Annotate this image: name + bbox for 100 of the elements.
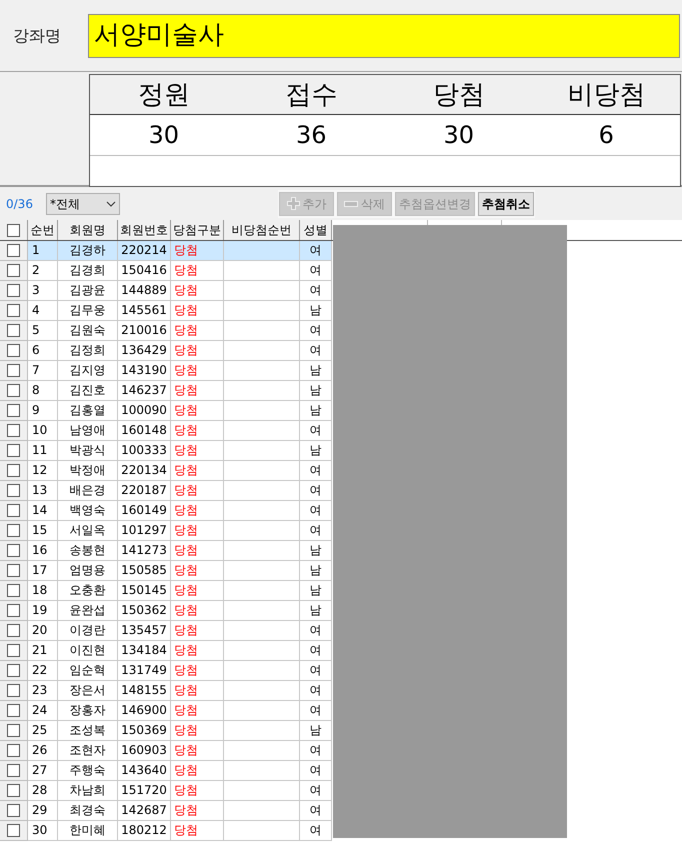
table-cell: 6	[32, 343, 40, 357]
table-row[interactable]: 12 박정애 220134 당첨 여	[28, 461, 332, 481]
row-checkbox[interactable]	[7, 344, 20, 357]
column-header[interactable]: 순번	[28, 220, 58, 240]
table-row[interactable]: 24 장홍자 146900 당첨 여	[28, 701, 332, 721]
table-cell: 이진현	[70, 643, 106, 657]
table-cell: 여	[310, 423, 322, 437]
table-row[interactable]: 26 조현자 160903 당첨 여	[28, 741, 332, 761]
row-checkbox[interactable]	[7, 804, 20, 817]
table-row[interactable]: 16 송봉현 141273 당첨 남	[28, 541, 332, 561]
row-checkbox[interactable]	[7, 584, 20, 597]
row-checkbox[interactable]	[7, 324, 20, 337]
row-checkbox[interactable]	[7, 404, 20, 417]
row-checkbox[interactable]	[7, 244, 20, 257]
row-checkbox[interactable]	[7, 784, 20, 797]
table-cell: 여	[310, 643, 322, 657]
row-checkbox[interactable]	[7, 524, 20, 537]
table-cell: 김지영	[70, 363, 106, 377]
table-cell: 백영숙	[70, 503, 106, 517]
table-cell: 당첨	[174, 703, 198, 717]
row-checkbox[interactable]	[7, 684, 20, 697]
table-row[interactable]: 23 장은서 148155 당첨 여	[28, 681, 332, 701]
row-checkbox[interactable]	[7, 824, 20, 837]
table-cell: 180212	[121, 823, 167, 837]
table-row[interactable]: 17 엄명용 150585 당첨 남	[28, 561, 332, 581]
table-cell: 남	[310, 443, 322, 457]
table-row[interactable]: 27 주행숙 143640 당첨 여	[28, 761, 332, 781]
column-header[interactable]: 회원번호	[118, 220, 171, 240]
row-checkbox[interactable]	[7, 464, 20, 477]
row-checkbox[interactable]	[7, 764, 20, 777]
table-cell: 여	[310, 463, 322, 477]
column-header[interactable]: 성별	[300, 220, 332, 240]
row-checkbox[interactable]	[7, 504, 20, 517]
column-header[interactable]: 당첨구분	[171, 220, 224, 240]
table-row[interactable]: 11 박광식 100333 당첨 남	[28, 441, 332, 461]
table-row[interactable]: 1 김경하 220214 당첨 여	[28, 241, 332, 261]
table-cell: 24	[32, 703, 48, 717]
select-all-checkbox[interactable]	[7, 224, 20, 236]
row-checkbox[interactable]	[7, 284, 20, 297]
table-row[interactable]: 3 김광윤 144889 당첨 여	[28, 281, 332, 301]
table-cell: 30	[32, 823, 48, 837]
column-header[interactable]: 회원명	[58, 220, 118, 240]
filter-dropdown[interactable]: *전체	[46, 192, 120, 214]
course-label: 강좌명	[12, 24, 62, 46]
table-cell: 박광식	[70, 443, 106, 457]
table-row[interactable]: 29 최경숙 142687 당첨 여	[28, 801, 332, 821]
table-cell: 당첨	[174, 503, 198, 517]
toolbar-button[interactable]: 추첨취소	[478, 192, 534, 216]
table-cell: 당첨	[174, 263, 198, 277]
table-row[interactable]: 10 남영애 160148 당첨 여	[28, 421, 332, 441]
table-cell: 당첨	[174, 623, 198, 637]
table-cell: 220214	[121, 243, 167, 257]
table-cell: 당첨	[174, 823, 198, 837]
row-checkbox[interactable]	[7, 604, 20, 617]
row-checkbox[interactable]	[7, 304, 20, 317]
table-row[interactable]: 19 윤완섭 150362 당첨 남	[28, 601, 332, 621]
table-row[interactable]: 21 이진현 134184 당첨 여	[28, 641, 332, 661]
row-checkbox[interactable]	[7, 664, 20, 677]
row-checkbox[interactable]	[7, 724, 20, 737]
row-checkbox[interactable]	[7, 704, 20, 717]
table-cell: 당첨	[174, 683, 198, 697]
table-row[interactable]: 8 김진호 146237 당첨 남	[28, 381, 332, 401]
table-row[interactable]: 7 김지영 143190 당첨 남	[28, 361, 332, 381]
row-checkbox[interactable]	[7, 744, 20, 757]
table-row[interactable]: 20 이경란 135457 당첨 여	[28, 621, 332, 641]
table-row[interactable]: 14 백영숙 160149 당첨 여	[28, 501, 332, 521]
table-row[interactable]: 13 배은경 220187 당첨 여	[28, 481, 332, 501]
table-cell: 김홍열	[70, 403, 106, 417]
course-name-field[interactable]: 서양미술사	[88, 14, 680, 58]
table-cell: 김무웅	[70, 303, 106, 317]
row-checkbox[interactable]	[7, 364, 20, 377]
table-cell: 차남희	[70, 783, 106, 797]
table-row[interactable]: 28 차남희 151720 당첨 여	[28, 781, 332, 801]
table-row[interactable]: 25 조성복 150369 당첨 남	[28, 721, 332, 741]
table-cell: 2	[32, 263, 40, 277]
row-checkbox[interactable]	[7, 384, 20, 397]
table-row[interactable]: 22 임순혁 131749 당첨 여	[28, 661, 332, 681]
table-cell: 남영애	[70, 423, 106, 437]
table-cell: 12	[32, 463, 48, 477]
table-row[interactable]: 18 오충환 150145 당첨 남	[28, 581, 332, 601]
row-checkbox[interactable]	[7, 424, 20, 437]
table-row[interactable]: 4 김무웅 145561 당첨 남	[28, 301, 332, 321]
table-cell: 당첨	[174, 643, 198, 657]
row-checkbox[interactable]	[7, 544, 20, 557]
row-checkbox[interactable]	[7, 484, 20, 497]
row-checkbox[interactable]	[7, 624, 20, 637]
table-cell: 여	[310, 683, 322, 697]
row-checkbox[interactable]	[7, 444, 20, 457]
table-row[interactable]: 9 김홍열 100090 당첨 남	[28, 401, 332, 421]
table-row[interactable]: 5 김원숙 210016 당첨 여	[28, 321, 332, 341]
table-row[interactable]: 15 서일옥 101297 당첨 여	[28, 521, 332, 541]
table-cell: 100090	[121, 403, 167, 417]
table-row[interactable]: 6 김정희 136429 당첨 여	[28, 341, 332, 361]
column-header[interactable]: 비당첨순번	[224, 220, 300, 240]
row-checkbox[interactable]	[7, 264, 20, 277]
table-row[interactable]: 30 한미혜 180212 당첨 여	[28, 821, 332, 841]
row-checkbox[interactable]	[7, 564, 20, 577]
row-checkbox[interactable]	[7, 644, 20, 657]
table-row[interactable]: 2 김경희 150416 당첨 여	[28, 261, 332, 281]
table-cell: 당첨	[174, 523, 198, 537]
